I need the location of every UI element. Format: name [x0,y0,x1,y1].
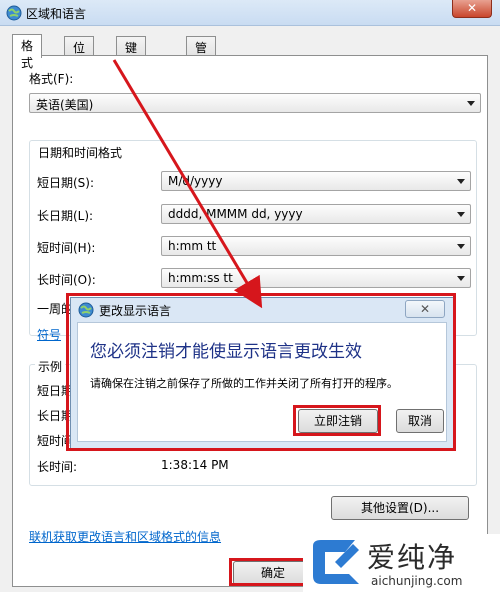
chevron-down-icon [457,179,465,184]
watermark-site: aichunjing.com [371,574,463,588]
short-date-label: 短日期(S): [37,176,95,190]
dialog-close-button[interactable]: ✕ [405,300,445,318]
cancel-button[interactable]: 取消 [396,409,444,433]
dialog-message: 请确保在注销之前保存了所做的工作并关闭了所有打开的程序。 [90,377,398,390]
short-time-value: h:mm tt [168,239,217,253]
globe-icon [78,302,94,318]
long-time-label: 长时间(O): [37,273,96,287]
chevron-down-icon [457,276,465,281]
long-date-label: 长日期(L): [37,209,94,223]
other-settings-button[interactable]: 其他设置(D)... [331,496,469,520]
tab-format[interactable]: 格式 [12,34,43,70]
chevron-down-icon [457,212,465,217]
logoff-now-button[interactable]: 立即注销 [298,409,378,433]
example-long-date-label: 长日期 [37,409,74,423]
ok-button[interactable]: 确定 [233,561,313,585]
long-date-value: dddd, MMMM dd, yyyy [168,207,303,221]
long-time-value: h:mm:ss tt [168,271,233,285]
format-label: 格式(F): [29,72,74,86]
dialog-title: 更改显示语言 [99,304,172,318]
example-long-time-value: 1:38:14 PM [161,458,229,472]
change-display-language-dialog: 更改显示语言 ✕ 您必须注销才能使显示语言更改生效 请确保在注销之前保存了所做的… [70,297,454,449]
globe-icon [6,5,22,21]
example-short-date-label: 短日期 [37,384,74,398]
example-short-time-label: 短时间 [37,434,74,448]
window-title: 区域和语言 [26,7,87,21]
example-long-time-label: 长时间: [37,460,78,474]
tab-keyboard-language[interactable]: 键盘和语言 [116,36,147,123]
watermark-logo-icon [313,540,359,584]
window-titlebar: 区域和语言 ✕ [0,0,500,26]
short-date-select[interactable]: M/d/yyyy [161,171,471,191]
chevron-down-icon [457,244,465,249]
watermark-logo: 爱纯净 aichunjing.com [303,534,500,592]
long-date-select[interactable]: dddd, MMMM dd, yyyy [161,204,471,224]
short-time-label: 短时间(H): [37,241,96,255]
first-day-label: 一周的 [37,302,74,316]
short-date-value: M/d/yyyy [168,174,223,188]
dialog-heading: 您必须注销才能使显示语言更改生效 [90,342,362,362]
tab-location[interactable]: 位置 [64,36,95,72]
short-time-select[interactable]: h:mm tt [161,236,471,256]
watermark-title: 爱纯净 [367,541,458,574]
tab-admin[interactable]: 管理 [186,36,217,72]
online-info-link[interactable]: 联机获取更改语言和区域格式的信息 [29,528,221,545]
datetime-group-title: 日期和时间格式 [35,144,126,161]
examples-group-title: 示例 [35,358,66,375]
symbol-link[interactable]: 符号 [37,326,61,343]
format-select-value: 英语(美国) [36,98,94,112]
window-close-button[interactable]: ✕ [452,0,492,18]
chevron-down-icon [467,101,475,106]
format-select[interactable]: 英语(美国) [29,93,481,113]
dialog-body: 您必须注销才能使显示语言更改生效 请确保在注销之前保存了所做的工作并关闭了所有打… [77,322,447,442]
long-time-select[interactable]: h:mm:ss tt [161,268,471,288]
